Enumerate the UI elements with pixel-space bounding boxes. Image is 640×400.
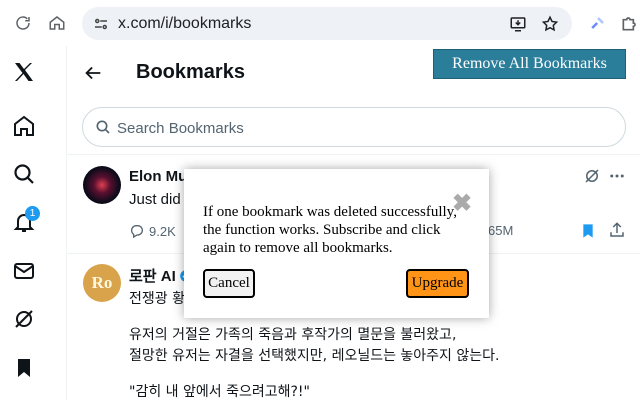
dialog-message: If one bookmark was deleted successfully…: [203, 204, 457, 256]
address-bar[interactable]: x.com/i/bookmarks: [82, 7, 572, 40]
avatar[interactable]: [83, 166, 121, 204]
search-icon[interactable]: [10, 160, 38, 188]
url-text[interactable]: x.com/i/bookmarks: [118, 15, 251, 33]
search-icon: [95, 119, 111, 135]
page-title: Bookmarks: [136, 61, 245, 83]
share-icon[interactable]: [608, 221, 626, 239]
view-count[interactable]: 65M: [488, 223, 513, 238]
back-arrow-icon[interactable]: [82, 62, 104, 84]
search-box[interactable]: [82, 107, 626, 148]
search-input[interactable]: [115, 108, 599, 148]
post-text-line: 절망한 유저는 자결을 선택했지만, 레오닐드는 놓아주지 않는다.: [129, 348, 500, 364]
cancel-button[interactable]: Cancel: [203, 269, 255, 298]
browser-toolbar: x.com/i/bookmarks: [0, 0, 640, 46]
post-text-line: "감히 내 앞에서 죽으려고해?!": [129, 384, 310, 400]
notification-badge: 1: [25, 206, 40, 221]
bookmarks-icon[interactable]: [10, 354, 38, 382]
home-icon[interactable]: [47, 13, 67, 33]
post-text-line: 전쟁광 황: [129, 291, 185, 307]
avatar[interactable]: Ro: [83, 264, 121, 302]
upgrade-dialog: ✖ If one bookmark was deleted successful…: [184, 169, 489, 318]
puzzle-icon[interactable]: [620, 13, 640, 33]
reply-count[interactable]: 9.2K: [129, 223, 176, 239]
post-author[interactable]: Elon Mu: [129, 168, 187, 185]
install-app-icon[interactable]: [509, 15, 527, 33]
bookmarked-icon[interactable]: [580, 222, 596, 240]
post-author-name: 로판 AI: [129, 268, 176, 285]
messages-icon[interactable]: [10, 257, 38, 285]
divider: [66, 46, 67, 400]
reply-icon: [131, 225, 143, 239]
grok-icon[interactable]: [10, 305, 38, 333]
reply-count-text: 9.2K: [149, 223, 176, 239]
upgrade-button[interactable]: Upgrade: [406, 269, 469, 298]
view-count-text: 65M: [488, 223, 514, 238]
post-text: Just did: [129, 191, 181, 208]
x-logo-icon[interactable]: [10, 58, 38, 86]
extension-icon[interactable]: [588, 13, 608, 33]
reload-icon[interactable]: [13, 13, 33, 33]
left-navigation: 1: [0, 46, 66, 400]
more-options-icon[interactable]: [608, 167, 626, 185]
home-icon[interactable]: [10, 112, 38, 140]
site-settings-icon[interactable]: [92, 15, 110, 33]
post-text-line: 유저의 거절은 가족의 죽음과 후작가의 멸문을 불러왔고,: [129, 327, 457, 343]
grok-icon[interactable]: [583, 167, 601, 185]
divider: [67, 154, 640, 155]
star-icon[interactable]: [541, 15, 559, 33]
remove-all-bookmarks-button[interactable]: Remove All Bookmarks: [433, 49, 626, 79]
